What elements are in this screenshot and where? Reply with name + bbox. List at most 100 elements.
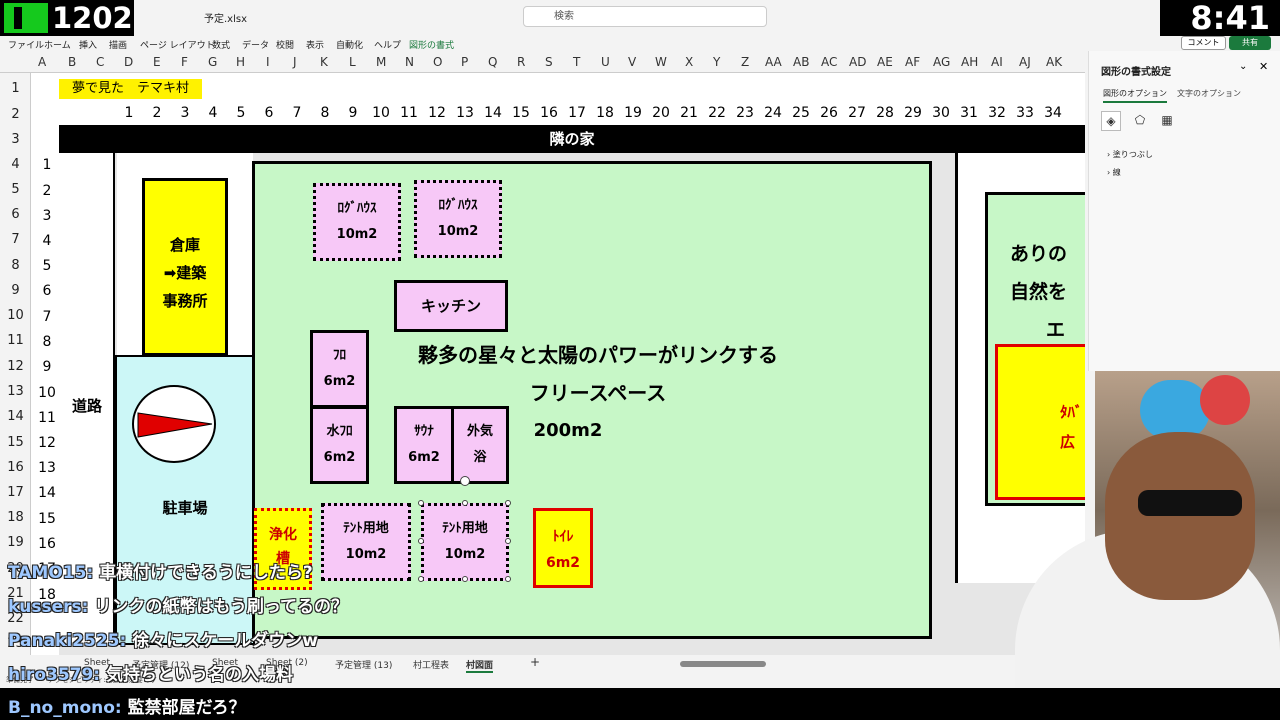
close-icon[interactable]: ✕ xyxy=(1259,60,1268,73)
row-header[interactable]: 17 xyxy=(0,485,31,500)
tab-shape-options[interactable]: 図形のオプション xyxy=(1103,88,1167,103)
sheet-title-cell[interactable]: 夢で見た テマキ村 xyxy=(59,79,202,99)
col-header[interactable]: G xyxy=(208,55,217,69)
rotate-handle-icon[interactable] xyxy=(460,476,470,486)
col-header[interactable]: Q xyxy=(488,55,497,69)
resize-handle[interactable] xyxy=(418,500,424,506)
row-header[interactable]: 4 xyxy=(0,157,31,172)
resize-handle[interactable] xyxy=(505,500,511,506)
menu-help[interactable]: ヘルプ xyxy=(374,38,401,51)
tent-site-1[interactable]: ﾃﾝﾄ用地 10m2 xyxy=(321,503,411,581)
fill-section[interactable]: › 塗りつぶし xyxy=(1107,149,1153,160)
menu-draw[interactable]: 描画 xyxy=(109,38,127,51)
col-header[interactable]: AH xyxy=(961,55,978,69)
row-header[interactable]: 13 xyxy=(0,384,31,399)
sheet-tab[interactable]: 予定管理 (13) xyxy=(335,658,392,671)
col-header[interactable]: F xyxy=(181,55,188,69)
menu-data[interactable]: データ xyxy=(242,38,269,51)
col-header[interactable]: D xyxy=(124,55,133,69)
tent-site-2-selected[interactable]: ﾃﾝﾄ用地 10m2 xyxy=(421,503,509,581)
col-header[interactable]: AI xyxy=(991,55,1003,69)
resize-handle[interactable] xyxy=(505,538,511,544)
warehouse-building[interactable]: 倉庫 ➡建築 事務所 xyxy=(142,178,228,356)
line-section[interactable]: › 線 xyxy=(1107,167,1121,178)
col-header[interactable]: E xyxy=(153,55,161,69)
bath-building[interactable]: ﾌﾛ 6m2 xyxy=(310,330,369,408)
col-header[interactable]: AF xyxy=(905,55,920,69)
resize-handle[interactable] xyxy=(418,576,424,582)
row-header[interactable]: 12 xyxy=(0,359,31,374)
neighbor-house-label[interactable]: 隣の家 xyxy=(59,125,1085,153)
col-header[interactable]: A xyxy=(38,55,46,69)
col-header[interactable]: AA xyxy=(765,55,782,69)
col-header[interactable]: H xyxy=(236,55,245,69)
col-header[interactable]: AD xyxy=(849,55,866,69)
right-yellow-building[interactable]: ﾀﾊﾞ 広 xyxy=(995,344,1085,500)
row-header[interactable]: 15 xyxy=(0,435,31,450)
share-button[interactable]: 共有 xyxy=(1229,36,1271,50)
sheet-tab-active[interactable]: 村図面 xyxy=(466,658,494,673)
col-header[interactable]: AE xyxy=(877,55,893,69)
sheet-tab[interactable]: 村工程表 xyxy=(413,658,449,671)
tab-text-options[interactable]: 文字のオプション xyxy=(1177,88,1241,99)
col-header[interactable]: N xyxy=(405,55,414,69)
menu-file[interactable]: ファイル xyxy=(8,38,44,51)
horizontal-scrollbar[interactable] xyxy=(680,661,766,667)
col-header[interactable]: U xyxy=(601,55,610,69)
row-header[interactable]: 11 xyxy=(0,333,31,348)
menu-view[interactable]: 表示 xyxy=(306,38,324,51)
row-header[interactable]: 18 xyxy=(0,510,31,525)
col-header[interactable]: AK xyxy=(1046,55,1062,69)
compass-icon[interactable] xyxy=(132,385,216,463)
col-header[interactable]: S xyxy=(545,55,553,69)
col-header[interactable]: O xyxy=(433,55,442,69)
row-header[interactable]: 19 xyxy=(0,535,31,550)
col-header[interactable]: AJ xyxy=(1019,55,1031,69)
menu-insert[interactable]: 挿入 xyxy=(79,38,97,51)
resize-handle[interactable] xyxy=(462,576,468,582)
menu-page-layout[interactable]: ページ レイアウト xyxy=(140,38,215,51)
row-header[interactable]: 9 xyxy=(0,283,31,298)
col-header[interactable]: T xyxy=(573,55,580,69)
chevron-down-icon[interactable]: ⌄ xyxy=(1239,61,1247,72)
row-header[interactable]: 8 xyxy=(0,258,31,273)
col-header[interactable]: Y xyxy=(713,55,720,69)
menu-automate[interactable]: 自動化 xyxy=(336,38,363,51)
col-header[interactable]: P xyxy=(461,55,468,69)
resize-handle[interactable] xyxy=(505,576,511,582)
col-header[interactable]: AG xyxy=(933,55,950,69)
col-header[interactable]: R xyxy=(517,55,525,69)
col-header[interactable]: B xyxy=(68,55,76,69)
fill-line-icon[interactable]: ◈ xyxy=(1101,111,1121,131)
resize-handle[interactable] xyxy=(418,538,424,544)
col-header[interactable]: L xyxy=(349,55,356,69)
row-header[interactable]: 5 xyxy=(0,182,31,197)
row-header[interactable]: 10 xyxy=(0,308,31,323)
file-name[interactable]: 予定.xlsx xyxy=(204,10,247,25)
col-header[interactable]: X xyxy=(685,55,693,69)
menu-shape-format[interactable]: 図形の書式 xyxy=(409,38,454,51)
row-header[interactable]: 1 xyxy=(0,81,31,96)
log-house-1[interactable]: ﾛｸﾞﾊｳｽ 10m2 xyxy=(313,183,401,261)
water-bath-building[interactable]: 水ﾌﾛ 6m2 xyxy=(310,406,369,484)
col-header[interactable]: AB xyxy=(793,55,809,69)
col-header[interactable]: J xyxy=(293,55,297,69)
row-header[interactable]: 2 xyxy=(0,107,31,122)
effects-icon[interactable]: ⬠ xyxy=(1130,111,1150,131)
row-header[interactable]: 7 xyxy=(0,232,31,247)
col-header[interactable]: C xyxy=(96,55,104,69)
menu-formulas[interactable]: 数式 xyxy=(212,38,230,51)
kitchen-building[interactable]: キッチン xyxy=(394,280,508,332)
col-header[interactable]: V xyxy=(628,55,636,69)
col-header[interactable]: Z xyxy=(741,55,749,69)
col-header[interactable]: AC xyxy=(821,55,837,69)
col-header[interactable]: K xyxy=(320,55,328,69)
col-header[interactable]: M xyxy=(376,55,386,69)
search-input[interactable]: 検索 xyxy=(523,6,767,27)
row-header[interactable]: 3 xyxy=(0,132,31,147)
row-header[interactable]: 16 xyxy=(0,460,31,475)
toilet-building[interactable]: ﾄｲﾚ 6m2 xyxy=(533,508,593,588)
col-header[interactable]: W xyxy=(655,55,667,69)
menu-review[interactable]: 校閲 xyxy=(276,38,294,51)
comment-button[interactable]: コメント xyxy=(1181,36,1226,50)
